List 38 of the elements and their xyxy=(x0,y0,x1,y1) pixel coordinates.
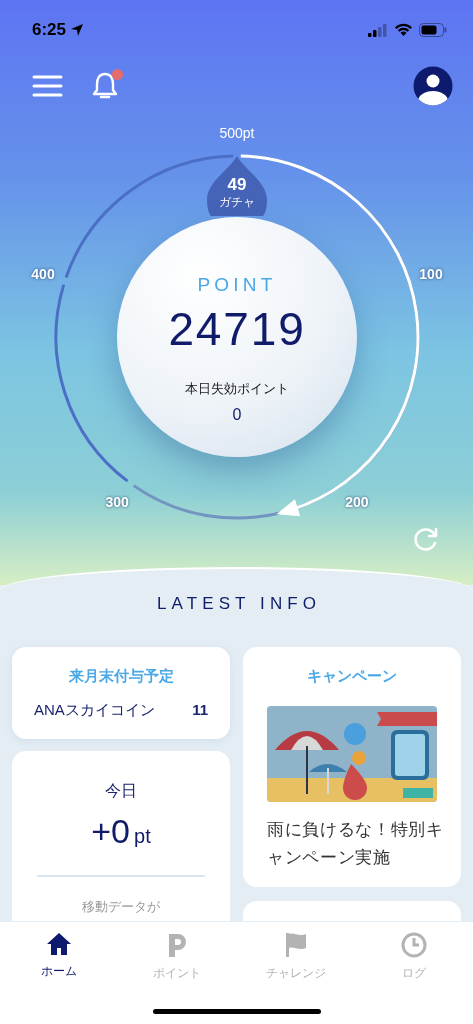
scale-label: 300 xyxy=(105,492,129,512)
gacha-count: 49 xyxy=(227,175,247,195)
section-title: LATEST INFO xyxy=(156,593,322,615)
info-card[interactable]: 来月末付与予定 ANAスカイコイン 11 xyxy=(12,646,230,739)
signal-icon xyxy=(368,23,388,37)
tab-item[interactable]: ホーム xyxy=(0,932,119,982)
campaign-text: 雨に負けるな！特別キャンペーン実施 xyxy=(267,819,445,869)
flag-icon xyxy=(283,932,308,958)
info-card[interactable]: 今日 +0 pt 移動データが xyxy=(12,750,230,921)
status-time: 6:25 xyxy=(32,19,67,42)
battery-icon xyxy=(419,23,447,37)
points-unit: pt xyxy=(134,823,151,849)
clock-icon xyxy=(400,932,427,958)
coin-value: 11 xyxy=(192,700,208,720)
card-title: 来月末付与予定 xyxy=(68,665,174,686)
bell-icon[interactable] xyxy=(91,71,119,101)
gacha-label: ガチャ xyxy=(219,195,255,209)
campaign-card[interactable]: キャンペーン 雨に負けるな！特別キャンペーン実施 xyxy=(243,646,461,887)
card-title: 今日 xyxy=(105,780,137,801)
wifi-icon xyxy=(394,23,413,37)
avatar-icon[interactable] xyxy=(413,66,453,106)
scale-label: 200 xyxy=(345,492,369,512)
menu-icon[interactable] xyxy=(32,74,63,98)
card-title: キャンペーン xyxy=(307,665,397,686)
scale-label: 400 xyxy=(31,264,55,284)
gacha-drop-background[interactable] xyxy=(207,156,267,216)
coin-label: ANAスカイコイン xyxy=(34,700,155,720)
p-icon xyxy=(166,932,189,958)
point-title: POINT xyxy=(197,273,277,297)
scale-label: 500pt xyxy=(219,123,255,143)
expiring-label: 本日失効ポイント xyxy=(185,380,289,398)
point-total: 24719 xyxy=(168,302,306,357)
home-icon xyxy=(46,932,73,956)
location-arrow-icon xyxy=(70,23,85,37)
scale-label: 100 xyxy=(419,264,443,284)
movement-note: 移動データが xyxy=(82,897,160,916)
expiring-value: 0 xyxy=(232,404,242,425)
today-points: +0 xyxy=(91,810,131,851)
